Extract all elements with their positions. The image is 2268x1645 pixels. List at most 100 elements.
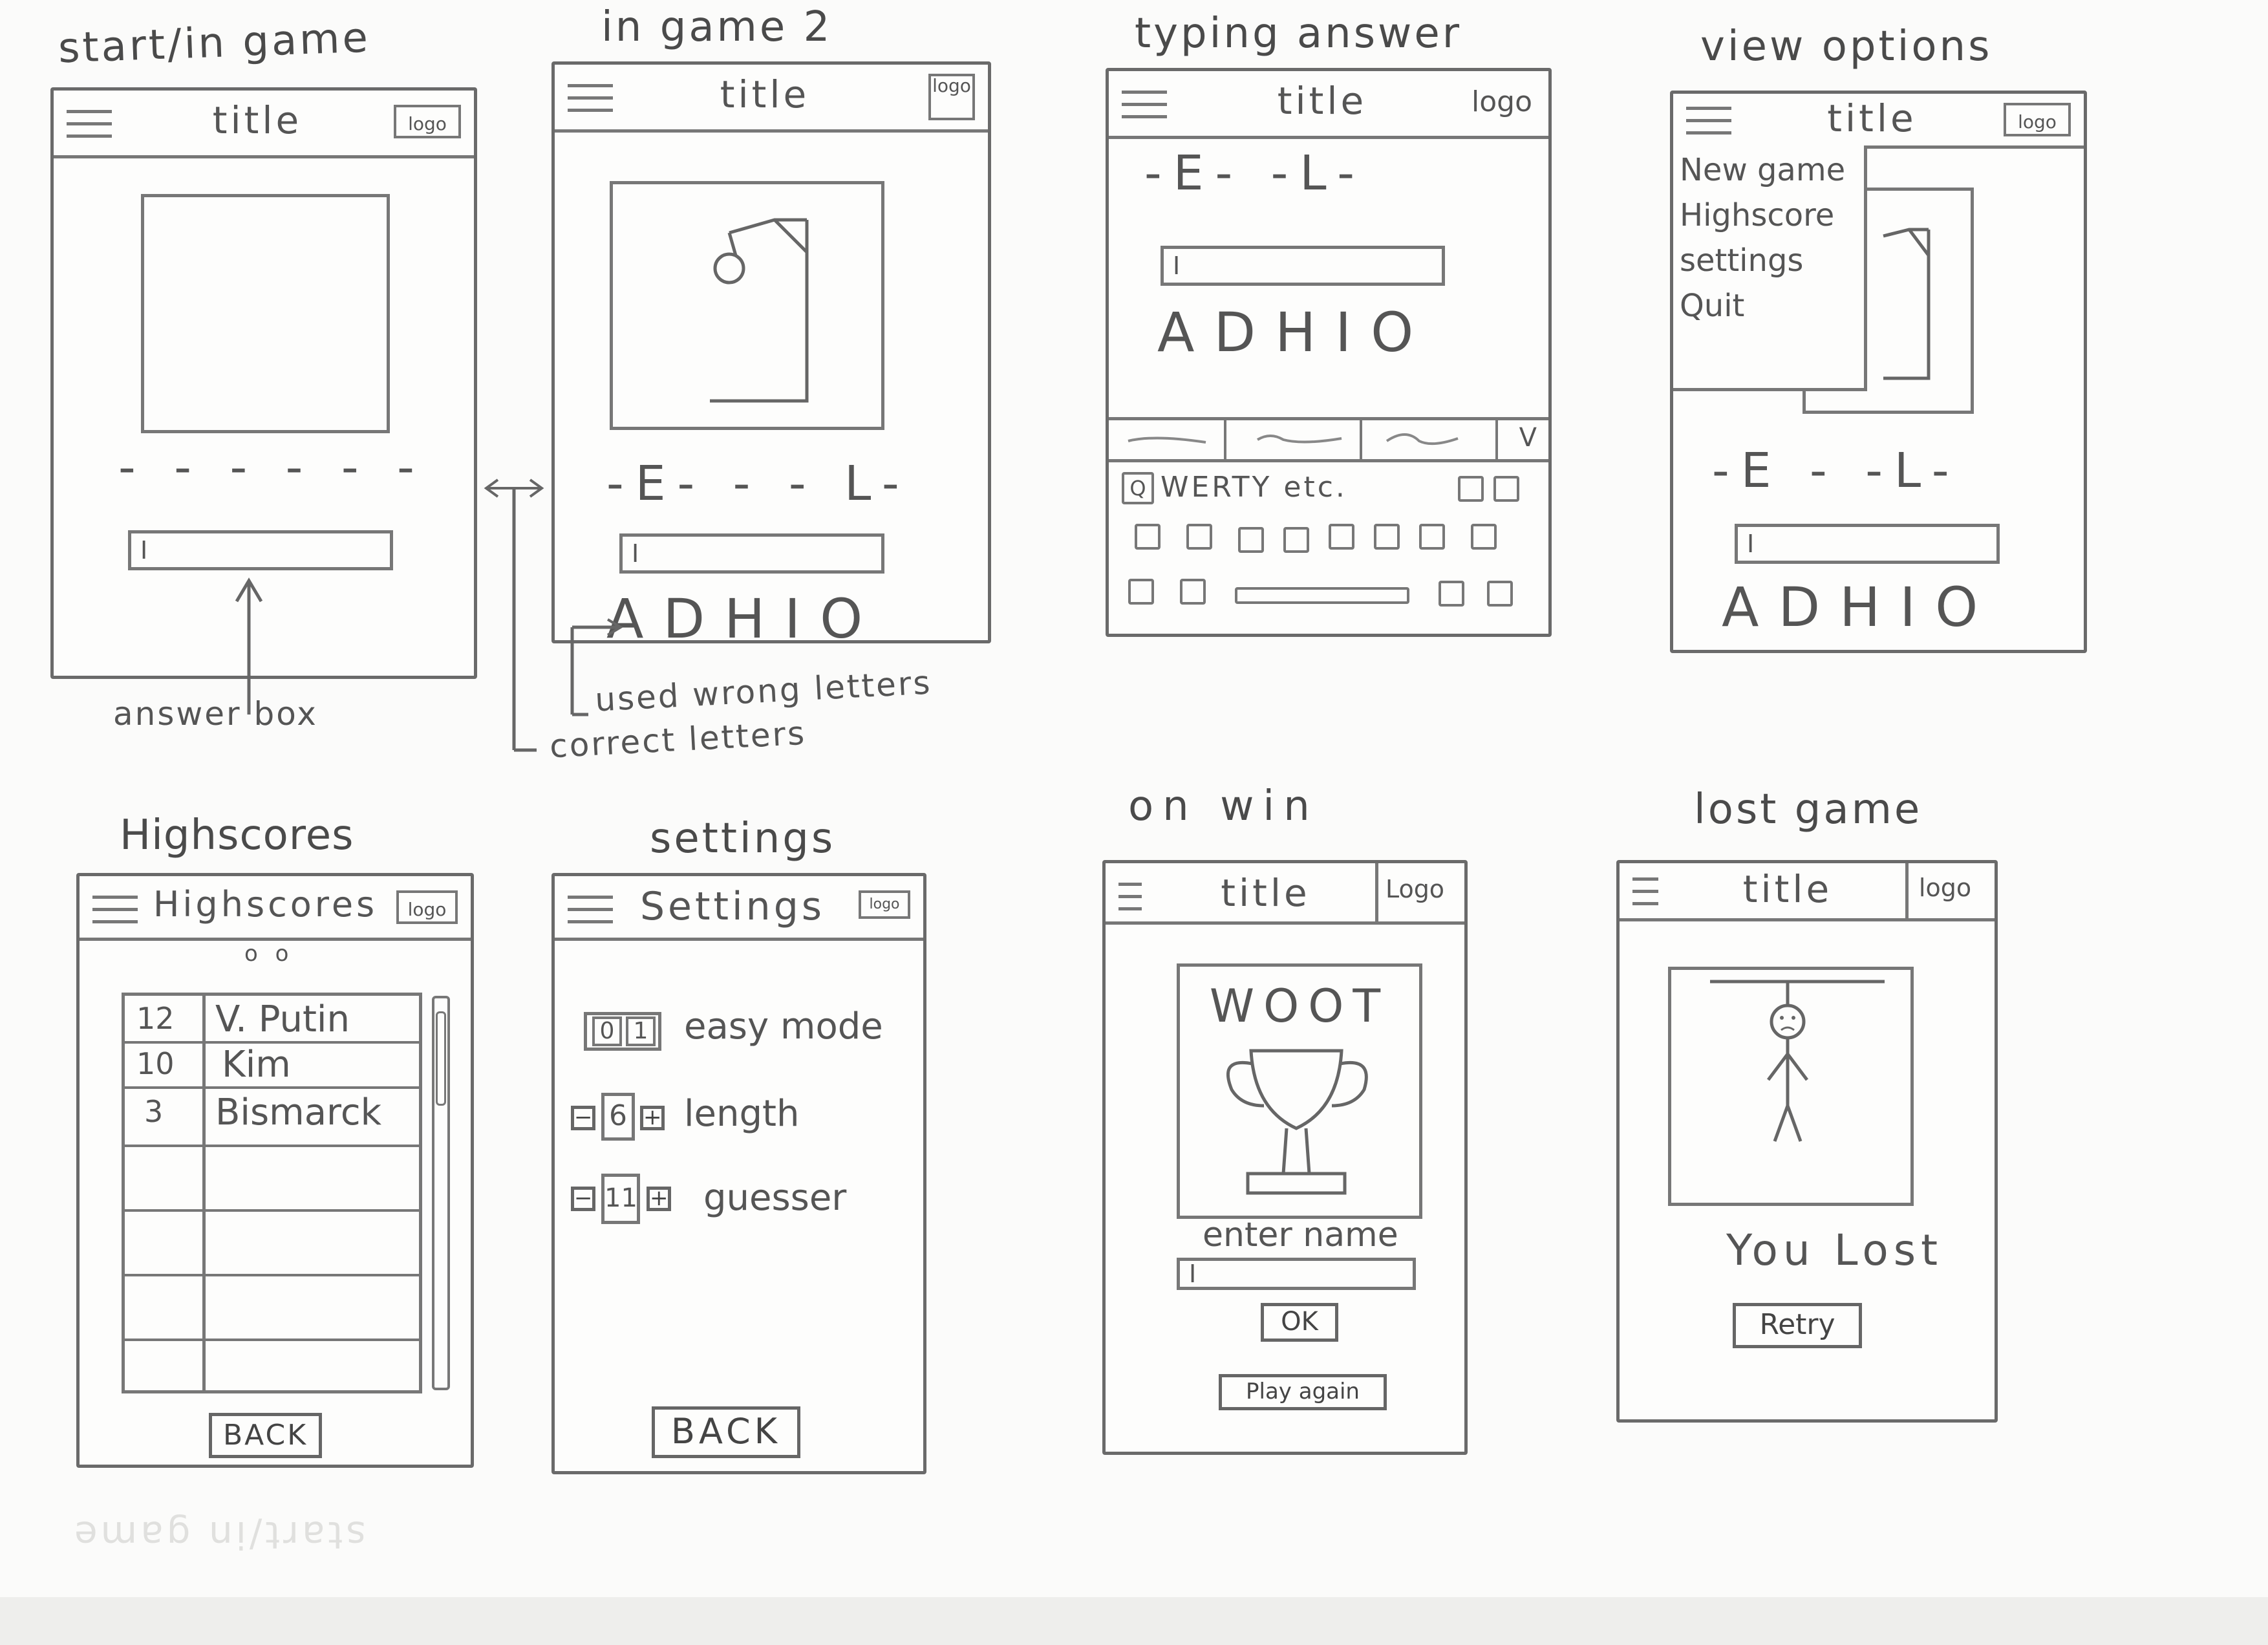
word-blanks: -E- - - L- [606,456,911,511]
keyboard-suggestion-bar: V [1109,417,1548,462]
length-increment-button[interactable]: + [640,1106,665,1130]
header: title logo [1620,863,1995,921]
table-row [125,1209,419,1276]
keyboard-key[interactable] [1135,524,1161,550]
label-win: on win [1128,782,1319,830]
trophy-image: WOOT [1177,963,1422,1219]
screen-title: Settings [639,884,826,929]
logo: logo [1905,863,1982,918]
ok-button[interactable]: OK [1261,1303,1338,1342]
screen-win: title Logo WOOT enter name I OK Play aga… [1102,860,1468,1455]
answer-input[interactable]: I [128,530,393,570]
table-row [125,1145,419,1212]
highscore-table: 12 V. Putin 10 Kim 3 Bismarck [122,993,422,1393]
letters-callout-lines [484,478,623,752]
word-blanks: -E- -L- [1144,145,1367,201]
keyboard-key[interactable] [1419,524,1445,550]
length-decrement-button[interactable]: − [571,1106,595,1130]
hamburger-menu-icon[interactable] [1632,877,1658,907]
wrong-letters-callout: used wrong letters [594,663,933,719]
options-menu: New game Highscore settings Quit [1673,145,1867,391]
menu-item-quit[interactable]: Quit [1680,288,1744,324]
keyboard-key[interactable] [1283,527,1309,553]
wrong-letters: ADHIO [1722,575,1998,639]
header: Highscores logo [80,876,471,941]
menu-item-settings[interactable]: settings [1680,242,1803,279]
enter-name-label: enter name [1203,1216,1398,1254]
table-row: 10 Kim [125,1041,419,1089]
keyboard-key[interactable] [1487,581,1513,607]
label-settings: settings [650,815,836,863]
keyboard-key[interactable] [1238,527,1264,553]
guesses-increment-button[interactable]: + [647,1187,671,1211]
score: 12 [136,1001,175,1036]
label-ingame2: in game 2 [601,3,833,51]
name-input[interactable]: I [1177,1258,1416,1290]
logo: logo [2004,103,2071,136]
hamburger-menu-icon[interactable] [1686,107,1731,136]
play-again-button[interactable]: Play again [1219,1374,1387,1410]
label-lost: lost game [1694,786,1923,833]
keyboard-key[interactable] [1180,579,1206,605]
header: title logo [1673,94,2084,149]
hanged-man-image [1668,967,1914,1206]
keyboard-key-q[interactable]: Q [1122,472,1154,504]
logo: logo [1471,85,1532,118]
answer-input[interactable]: I [1161,246,1445,286]
space-bar[interactable] [1235,587,1409,604]
app-title: title [1742,867,1833,911]
hamburger-menu-icon[interactable] [1118,883,1142,912]
label-options: view options [1700,23,1993,70]
keyboard-key[interactable] [1186,524,1212,550]
keyboard-key[interactable] [1458,476,1484,502]
retry-button[interactable]: Retry [1733,1303,1862,1348]
scrollbar[interactable] [432,996,450,1390]
table-row [125,1274,419,1341]
score: 3 [144,1094,164,1129]
screen-highscores: Highscores logo o o 12 V. Putin 10 Kim 3… [76,873,474,1468]
app-title: title [720,72,810,116]
hamburger-menu-icon[interactable] [67,110,112,140]
table-row: 12 V. Putin [125,996,419,1044]
page-dots: o o [244,941,294,967]
easy-mode-toggle[interactable]: 0 1 [584,1012,661,1051]
label-typing: typing answer [1135,10,1462,58]
player-name: Bismarck [215,1091,382,1134]
hamburger-menu-icon[interactable] [568,84,613,114]
screen-typing: title logo -E- -L- I ADHIO V Q WERTY etc… [1106,68,1552,637]
keyboard-key[interactable] [1374,524,1400,550]
keyboard-key[interactable] [1493,476,1519,502]
logo: logo [394,105,461,138]
app-title: title [1827,96,1917,140]
answer-input[interactable]: I [619,533,884,574]
logo: logo [396,890,458,924]
toggle-on: 1 [626,1016,656,1046]
header: title Logo [1106,863,1464,925]
answer-input[interactable]: I [1735,524,2000,564]
keyboard-key[interactable] [1439,581,1464,607]
back-button[interactable]: BACK [209,1413,322,1458]
menu-item-highscore[interactable]: Highscore [1680,197,1834,233]
scrollbar-thumb[interactable] [436,1011,446,1106]
logo: Logo [1375,863,1451,921]
logo: logo [859,890,910,919]
keyboard-key[interactable] [1329,524,1354,550]
menu-item-new-game[interactable]: New game [1680,152,1845,188]
keyboard-key[interactable] [1471,524,1497,550]
hamburger-menu-icon[interactable] [1122,91,1167,120]
score: 10 [136,1046,175,1081]
back-button[interactable]: BACK [652,1406,800,1458]
label-highscores: Highscores [120,812,354,859]
hamburger-menu-icon[interactable] [568,896,613,925]
keyboard-row-label: WERTY etc. [1161,471,1347,504]
keyboard-key[interactable] [1128,579,1154,605]
label-start: start/in game [57,14,372,73]
screen-lost: title logo You Lost Retry [1616,860,1998,1423]
suggestion-expand[interactable]: V [1519,423,1537,453]
hamburger-menu-icon[interactable] [92,896,138,925]
header: title logo [1109,71,1548,139]
screen-settings: Settings logo 0 1 easy mode − 6 + length… [551,873,926,1474]
header: title logo [54,91,474,158]
guesses-decrement-button[interactable]: − [571,1187,595,1211]
length-value: 6 [601,1093,635,1141]
